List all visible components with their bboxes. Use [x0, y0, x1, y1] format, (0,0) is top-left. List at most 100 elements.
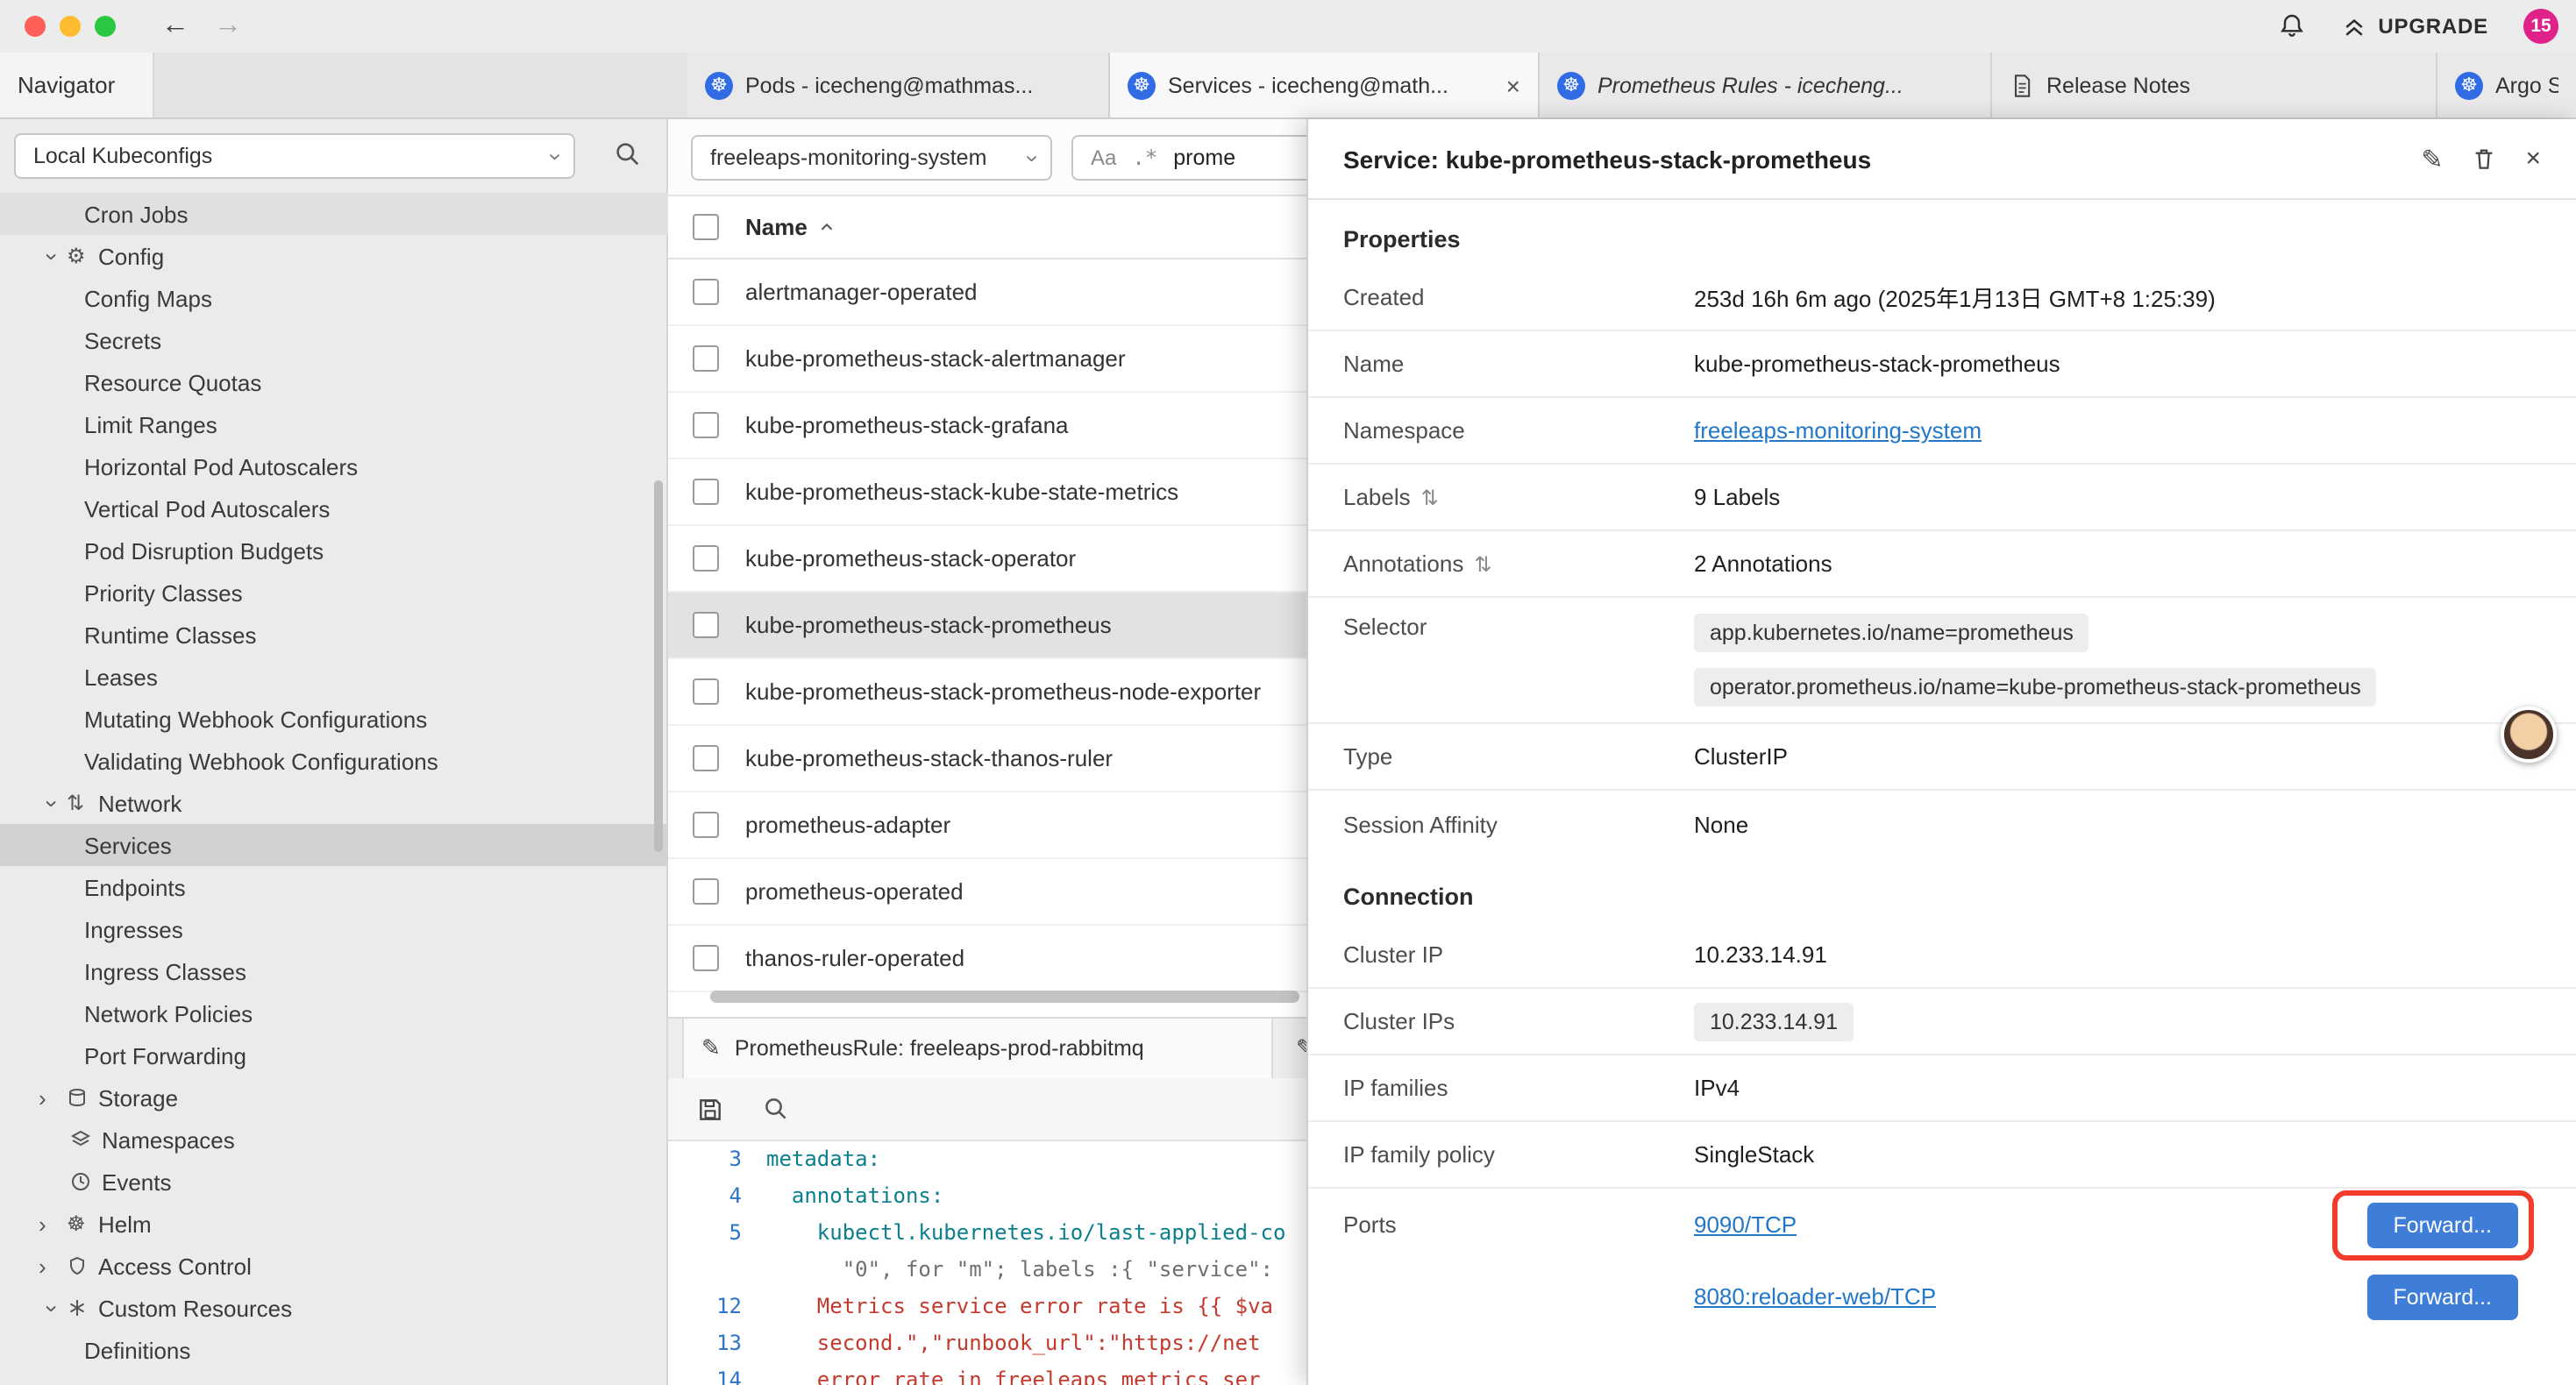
sidebar-item-vertical-pod-autoscalers[interactable]: Vertical Pod Autoscalers: [0, 487, 668, 529]
dock-tab-prometheusrule[interactable]: ✎ PrometheusRule: freeleaps-prod-rabbitm…: [682, 1019, 1273, 1078]
table-row[interactable]: prometheus-adapter: [668, 792, 1306, 859]
tab-argo[interactable]: ☸ Argo Se: [2437, 53, 2576, 117]
regex-toggle[interactable]: .*: [1132, 146, 1157, 170]
sidebar-item-config-maps[interactable]: Config Maps: [0, 277, 668, 319]
dock-tab-next[interactable]: ✎: [1285, 1019, 1306, 1078]
forward-arrow-icon[interactable]: →: [214, 0, 242, 53]
tab-prometheus-rules[interactable]: ☸ Prometheus Rules - icecheng...: [1540, 53, 1992, 117]
row-checkbox[interactable]: [693, 612, 719, 638]
table-row[interactable]: kube-prometheus-stack-alertmanager: [668, 326, 1306, 393]
yaml-editor[interactable]: 3metadata: 4 annotations: 5 kubectl.kube…: [668, 1141, 1306, 1385]
select-all-checkbox[interactable]: [693, 214, 719, 240]
table-row[interactable]: kube-prometheus-stack-kube-state-metrics: [668, 459, 1306, 526]
sidebar-item-mutating-webhook-configurations[interactable]: Mutating Webhook Configurations: [0, 698, 668, 740]
sidebar-item-priority-classes[interactable]: Priority Classes: [0, 572, 668, 614]
sidebar-item-namespaces[interactable]: Namespaces: [0, 1119, 668, 1161]
kubeconfig-select[interactable]: Local Kubeconfigs ›: [14, 133, 575, 179]
sidebar-item-secrets[interactable]: Secrets: [0, 319, 668, 361]
sidebar-item-storage[interactable]: ›Storage: [0, 1076, 668, 1119]
port-link-8080[interactable]: 8080:reloader-web/TCP: [1694, 1283, 1936, 1310]
chevron-down-icon: ›: [39, 789, 66, 817]
tab-bar: Navigator ☸ Pods - icecheng@mathmas... ☸…: [0, 53, 2576, 119]
port-line: 8080:reloader-web/TCP Forward...: [1694, 1261, 2534, 1332]
expand-collapse-icon[interactable]: ⇅: [1421, 485, 1439, 509]
forward-button[interactable]: Forward...: [2366, 1274, 2518, 1319]
tab-release-notes[interactable]: Release Notes: [1992, 53, 2437, 117]
expand-collapse-icon[interactable]: ⇅: [1474, 551, 1491, 576]
save-icon[interactable]: [696, 1095, 724, 1123]
chevron-down-icon: ›: [1020, 154, 1046, 162]
tab-pods[interactable]: ☸ Pods - icecheng@mathmas...: [687, 53, 1110, 117]
kubernetes-icon: ☸: [1557, 71, 1585, 99]
sidebar-search-icon[interactable]: [614, 140, 642, 168]
close-tab-icon[interactable]: ×: [1506, 71, 1520, 99]
user-avatar[interactable]: [2501, 707, 2557, 763]
row-checkbox[interactable]: [693, 812, 719, 838]
table-row[interactable]: thanos-ruler-operated: [668, 926, 1306, 992]
sidebar-item-resource-quotas[interactable]: Resource Quotas: [0, 361, 668, 403]
match-case-toggle[interactable]: Aa: [1091, 146, 1116, 170]
row-checkbox[interactable]: [693, 678, 719, 705]
upgrade-button[interactable]: UPGRADE: [2341, 13, 2488, 39]
sidebar-item-definitions[interactable]: Definitions: [0, 1329, 668, 1371]
notifications-bell-icon[interactable]: [2278, 12, 2306, 40]
sidebar-scrollbar[interactable]: [654, 480, 663, 852]
drawer-header: Service: kube-prometheus-stack-prometheu…: [1308, 119, 2576, 200]
sidebar-item-validating-webhook-configurations[interactable]: Validating Webhook Configurations: [0, 740, 668, 782]
sidebar-item-horizontal-pod-autoscalers[interactable]: Horizontal Pod Autoscalers: [0, 445, 668, 487]
row-checkbox[interactable]: [693, 345, 719, 372]
row-checkbox[interactable]: [693, 279, 719, 305]
sidebar-item-ingress-classes[interactable]: Ingress Classes: [0, 950, 668, 992]
table-row[interactable]: prometheus-operated: [668, 859, 1306, 926]
zoom-window-button[interactable]: [95, 16, 116, 37]
sort-ascending-icon[interactable]: [818, 217, 837, 237]
sidebar-item-events[interactable]: Events: [0, 1161, 668, 1203]
sidebar-item-endpoints[interactable]: Endpoints: [0, 866, 668, 908]
tab-services[interactable]: ☸ Services - icecheng@math... ×: [1110, 53, 1540, 117]
edit-pencil-icon[interactable]: ✎: [2421, 143, 2443, 174]
search-filter-input[interactable]: Aa .* prome: [1071, 135, 1306, 181]
sidebar-item-access-control[interactable]: ›Access Control: [0, 1245, 668, 1287]
notification-count-badge[interactable]: 15: [2523, 9, 2558, 44]
table-row-selected[interactable]: kube-prometheus-stack-prometheus: [668, 593, 1306, 659]
row-checkbox[interactable]: [693, 945, 719, 971]
name-column-header[interactable]: Name: [745, 214, 808, 240]
table-row[interactable]: kube-prometheus-stack-thanos-ruler: [668, 726, 1306, 792]
minimize-window-button[interactable]: [60, 16, 81, 37]
namespace-link[interactable]: freeleaps-monitoring-system: [1694, 417, 1982, 444]
sidebar-item-leases[interactable]: Leases: [0, 656, 668, 698]
forward-button[interactable]: Forward...: [2366, 1202, 2518, 1247]
close-icon[interactable]: ×: [2525, 144, 2541, 174]
table-row[interactable]: kube-prometheus-stack-grafana: [668, 393, 1306, 459]
navigator-panel-header[interactable]: Navigator: [0, 53, 154, 117]
sidebar-item-custom-resources[interactable]: ›Custom Resources: [0, 1287, 668, 1329]
annotation-highlight-box: Forward...: [2331, 1190, 2534, 1260]
port-link-9090[interactable]: 9090/TCP: [1694, 1211, 1797, 1238]
namespace-select[interactable]: freeleaps-monitoring-system ›: [691, 135, 1052, 181]
table-row[interactable]: kube-prometheus-stack-operator: [668, 526, 1306, 593]
editor-search-icon[interactable]: [763, 1096, 789, 1122]
sidebar-item-limit-ranges[interactable]: Limit Ranges: [0, 403, 668, 445]
trash-icon[interactable]: [2471, 146, 2497, 172]
sidebar-item-network-policies[interactable]: Network Policies: [0, 992, 668, 1034]
sidebar-item-ingresses[interactable]: Ingresses: [0, 908, 668, 950]
row-checkbox[interactable]: [693, 745, 719, 771]
sidebar-item-services[interactable]: Services: [0, 824, 668, 866]
table-row[interactable]: alertmanager-operated: [668, 259, 1306, 326]
sidebar-item-config[interactable]: ›⚙Config: [0, 235, 668, 277]
back-arrow-icon[interactable]: ←: [161, 0, 189, 53]
horizontal-scrollbar[interactable]: [710, 991, 1299, 1003]
sidebar-item-network[interactable]: ›⇅Network: [0, 782, 668, 824]
sidebar-item-cron-jobs[interactable]: Cron Jobs: [0, 193, 668, 235]
table-row[interactable]: kube-prometheus-stack-prometheus-node-ex…: [668, 659, 1306, 726]
row-checkbox[interactable]: [693, 545, 719, 572]
row-checkbox[interactable]: [693, 878, 719, 905]
row-checkbox[interactable]: [693, 412, 719, 438]
sidebar-item-port-forwarding[interactable]: Port Forwarding: [0, 1034, 668, 1076]
sidebar-item-runtime-classes[interactable]: Runtime Classes: [0, 614, 668, 656]
sidebar-item-helm[interactable]: ›☸Helm: [0, 1203, 668, 1245]
row-checkbox[interactable]: [693, 479, 719, 505]
close-window-button[interactable]: [25, 16, 46, 37]
shield-icon: [67, 1255, 98, 1276]
sidebar-item-pod-disruption-budgets[interactable]: Pod Disruption Budgets: [0, 529, 668, 572]
